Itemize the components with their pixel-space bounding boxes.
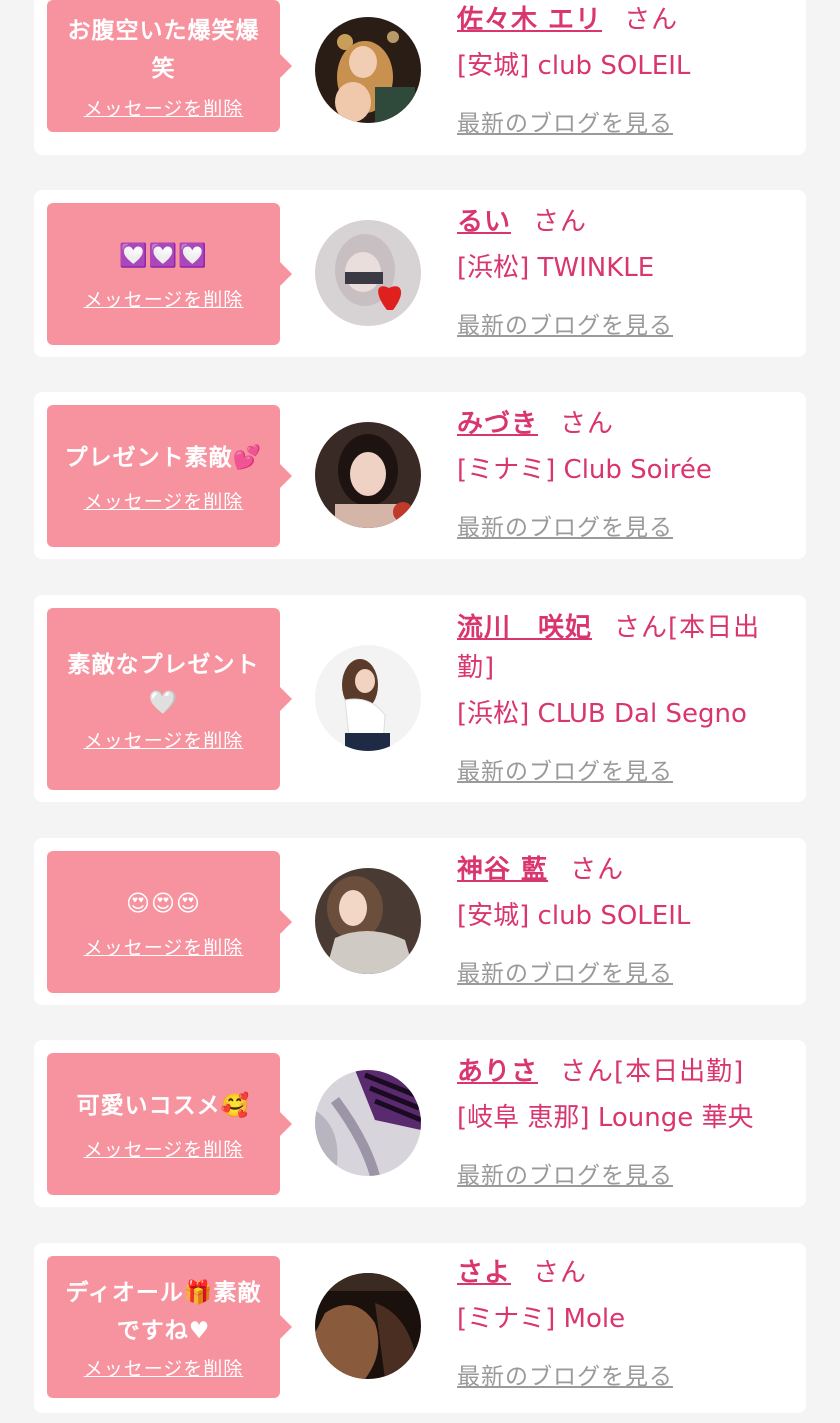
profile-photo-icon (315, 868, 421, 974)
avatar[interactable] (315, 17, 421, 123)
shop-label: [浜松] TWINKLE (457, 253, 655, 283)
shop-label: [ミナミ] Mole (457, 1304, 626, 1334)
cast-name-link[interactable]: さよ (457, 1258, 511, 1288)
avatar[interactable] (315, 220, 421, 326)
message-text: ディオール🎁素敵ですね♥ (65, 1279, 262, 1344)
message-bubble: 😍😍😍 メッセージを削除 (47, 851, 292, 993)
cast-info: るい さん [浜松] TWINKLE 最新のブログを見る (457, 202, 786, 340)
name-line: ありさ さん[本日出勤] (457, 1052, 786, 1092)
latest-blog-link[interactable]: 最新のブログを見る (457, 752, 673, 786)
latest-blog-link[interactable]: 最新のブログを見る (457, 1357, 673, 1391)
shop-label: [安城] club SOLEIL (457, 51, 691, 81)
message-bubble: 素敵なプレゼント🤍 メッセージを削除 (47, 608, 292, 790)
honorific: さん (560, 409, 615, 439)
cast-info: みづき さん [ミナミ] Club Soirée 最新のブログを見る (457, 404, 786, 542)
name-line: るい さん (457, 202, 786, 242)
delete-message-link[interactable]: メッセージを削除 (84, 933, 244, 960)
avatar[interactable] (315, 1273, 421, 1379)
delete-message-link[interactable]: メッセージを削除 (84, 1135, 244, 1162)
message-card: 可愛いコスメ🥰 メッセージを削除 ありさ さん[本日出勤] [岐阜 恵那] Lou… (34, 1040, 806, 1207)
profile-photo-icon (315, 220, 421, 326)
latest-blog-link[interactable]: 最新のブログを見る (457, 104, 673, 138)
profile-photo-icon (315, 422, 421, 528)
delete-message-link[interactable]: メッセージを削除 (84, 1354, 244, 1381)
message-text: 💟💟💟 (119, 242, 208, 269)
cast-info: 流川 咲妃 さん[本日出勤] [浜松] CLUB Dal Segno 最新のブログ… (457, 608, 786, 786)
message-card: 😍😍😍 メッセージを削除 神谷 藍さん [安城] club SOLEIL 最新の… (34, 838, 806, 1005)
name-line: 神谷 藍さん (457, 850, 786, 890)
message-text: 可愛いコスメ🥰 (76, 1092, 251, 1119)
message-card: お腹空いた爆笑爆笑 メッセージを削除 佐々木 エリ さん [安城] club SO… (34, 0, 806, 155)
message-card: 💟💟💟 メッセージを削除 るい さん [浜松] TWINKLE 最新のブログを見る (34, 190, 806, 357)
honorific: さん (624, 5, 679, 35)
name-line: さよ さん (457, 1253, 786, 1293)
message-card: 素敵なプレゼント🤍 メッセージを削除 流川 咲妃 さん[本日出勤] [浜松] CL… (34, 595, 806, 802)
shop-label: [ミナミ] Club Soirée (457, 455, 712, 485)
cast-name-link[interactable]: 流川 咲妃 (457, 613, 592, 643)
shop-label: [岐阜 恵那] Lounge 華央 (457, 1103, 754, 1133)
message-bubble: ディオール🎁素敵ですね♥ メッセージを削除 (47, 1256, 292, 1398)
message-bubble: プレゼント素敵💕 メッセージを削除 (47, 405, 292, 547)
cast-name-link[interactable]: みづき (457, 409, 538, 439)
latest-blog-link[interactable]: 最新のブログを見る (457, 508, 673, 542)
cast-info: 佐々木 エリ さん [安城] club SOLEIL 最新のブログを見る (457, 0, 786, 138)
profile-photo-icon (315, 645, 421, 751)
avatar[interactable] (315, 868, 421, 974)
avatar[interactable] (315, 422, 421, 528)
message-card: ディオール🎁素敵ですね♥ メッセージを削除 さよ さん [ミナミ] Mole 最新… (34, 1243, 806, 1413)
message-bubble: 💟💟💟 メッセージを削除 (47, 203, 292, 345)
avatar[interactable] (315, 1070, 421, 1176)
message-bubble: お腹空いた爆笑爆笑 メッセージを削除 (47, 0, 292, 132)
name-line: みづき さん (457, 404, 786, 444)
honorific: さん (533, 207, 588, 237)
delete-message-link[interactable]: メッセージを削除 (84, 94, 244, 121)
message-bubble: 可愛いコスメ🥰 メッセージを削除 (47, 1053, 292, 1195)
shop-label: [浜松] CLUB Dal Segno (457, 699, 747, 729)
cast-name-link[interactable]: るい (457, 207, 511, 237)
cast-info: 神谷 藍さん [安城] club SOLEIL 最新のブログを見る (457, 850, 786, 988)
name-line: 流川 咲妃 さん[本日出勤] (457, 608, 786, 688)
latest-blog-link[interactable]: 最新のブログを見る (457, 306, 673, 340)
name-line: 佐々木 エリ さん (457, 0, 786, 40)
message-text: 😍😍😍 (126, 890, 201, 917)
cast-name-link[interactable]: 神谷 藍 (457, 855, 548, 885)
cast-name-link[interactable]: 佐々木 エリ (457, 5, 602, 35)
avatar[interactable] (315, 645, 421, 751)
message-card: プレゼント素敵💕 メッセージを削除 みづき さん [ミナミ] Club Soiré… (34, 392, 806, 559)
cast-name-link[interactable]: ありさ (457, 1057, 538, 1087)
shop-label: [安城] club SOLEIL (457, 901, 691, 931)
message-text: お腹空いた爆笑爆笑 (67, 17, 260, 82)
latest-blog-link[interactable]: 最新のブログを見る (457, 954, 673, 988)
message-text: 素敵なプレゼント🤍 (67, 651, 260, 716)
profile-photo-icon (315, 1070, 421, 1176)
profile-photo-icon (315, 1273, 421, 1379)
delete-message-link[interactable]: メッセージを削除 (84, 487, 244, 514)
delete-message-link[interactable]: メッセージを削除 (84, 726, 244, 753)
message-text: プレゼント素敵💕 (64, 444, 263, 471)
cast-info: ありさ さん[本日出勤] [岐阜 恵那] Lounge 華央 最新のブログを見る (457, 1052, 786, 1190)
honorific: さん[本日出勤] (560, 1057, 745, 1087)
cast-info: さよ さん [ミナミ] Mole 最新のブログを見る (457, 1253, 786, 1391)
honorific: さん (570, 855, 625, 885)
delete-message-link[interactable]: メッセージを削除 (84, 285, 244, 312)
latest-blog-link[interactable]: 最新のブログを見る (457, 1156, 673, 1190)
profile-photo-icon (315, 17, 421, 123)
honorific: さん (533, 1258, 588, 1288)
